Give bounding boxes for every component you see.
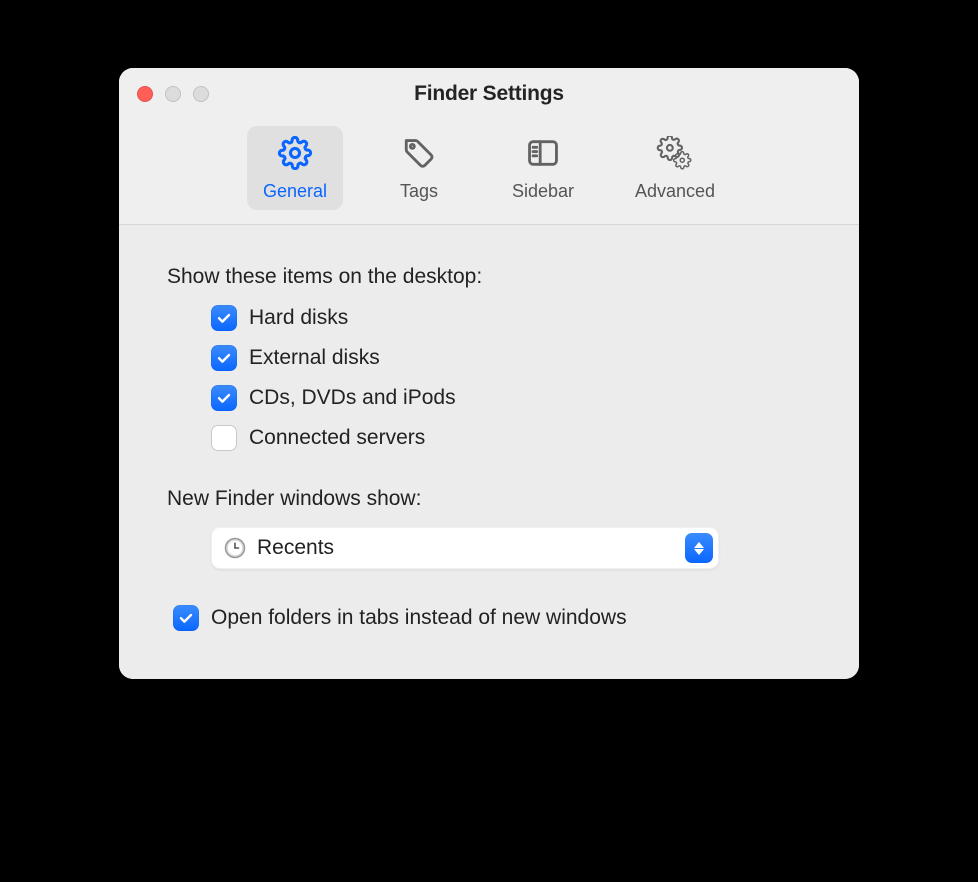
checkbox-connected-servers[interactable]: Connected servers bbox=[211, 425, 811, 451]
checkbox-hard-disks[interactable]: Hard disks bbox=[211, 305, 811, 331]
tag-icon bbox=[400, 136, 438, 175]
desktop-items-label: Show these items on the desktop: bbox=[167, 265, 811, 289]
window-controls bbox=[137, 86, 209, 102]
checkbox-icon bbox=[211, 305, 237, 331]
tab-label: Sidebar bbox=[512, 181, 574, 202]
new-finder-windows-select[interactable]: Recents bbox=[211, 527, 719, 569]
checkbox-icon bbox=[173, 605, 199, 631]
select-value: Recents bbox=[257, 536, 685, 560]
gears-icon bbox=[656, 136, 694, 175]
checkbox-label: External disks bbox=[249, 346, 380, 370]
checkbox-cds-dvds-ipods[interactable]: CDs, DVDs and iPods bbox=[211, 385, 811, 411]
checkbox-label: Hard disks bbox=[249, 306, 348, 330]
checkbox-label: CDs, DVDs and iPods bbox=[249, 386, 456, 410]
tab-label: Tags bbox=[400, 181, 438, 202]
checkbox-label: Connected servers bbox=[249, 426, 425, 450]
checkbox-open-folders-in-tabs[interactable]: Open folders in tabs instead of new wind… bbox=[173, 605, 811, 631]
tab-sidebar[interactable]: Sidebar bbox=[495, 126, 591, 210]
tab-general[interactable]: General bbox=[247, 126, 343, 210]
checkbox-icon bbox=[211, 425, 237, 451]
clock-icon bbox=[223, 536, 247, 560]
tab-toolbar: General Tags Sidebar bbox=[119, 120, 859, 225]
checkbox-external-disks[interactable]: External disks bbox=[211, 345, 811, 371]
general-pane: Show these items on the desktop: Hard di… bbox=[119, 225, 859, 679]
minimize-window-button[interactable] bbox=[165, 86, 181, 102]
titlebar: Finder Settings bbox=[119, 68, 859, 120]
gear-icon bbox=[276, 136, 314, 175]
tab-label: General bbox=[263, 181, 327, 202]
close-window-button[interactable] bbox=[137, 86, 153, 102]
new-finder-windows-label: New Finder windows show: bbox=[167, 487, 811, 511]
finder-settings-window: Finder Settings General Tags bbox=[119, 68, 859, 679]
window-title: Finder Settings bbox=[119, 82, 859, 106]
checkbox-icon bbox=[211, 385, 237, 411]
tab-advanced[interactable]: Advanced bbox=[619, 126, 731, 210]
chevron-up-down-icon bbox=[685, 533, 713, 563]
checkbox-icon bbox=[211, 345, 237, 371]
tab-tags[interactable]: Tags bbox=[371, 126, 467, 210]
checkbox-label: Open folders in tabs instead of new wind… bbox=[211, 606, 627, 630]
sidebar-icon bbox=[524, 136, 562, 175]
zoom-window-button[interactable] bbox=[193, 86, 209, 102]
tab-label: Advanced bbox=[635, 181, 715, 202]
desktop-items-group: Hard disks External disks CDs, DVDs and … bbox=[211, 305, 811, 451]
